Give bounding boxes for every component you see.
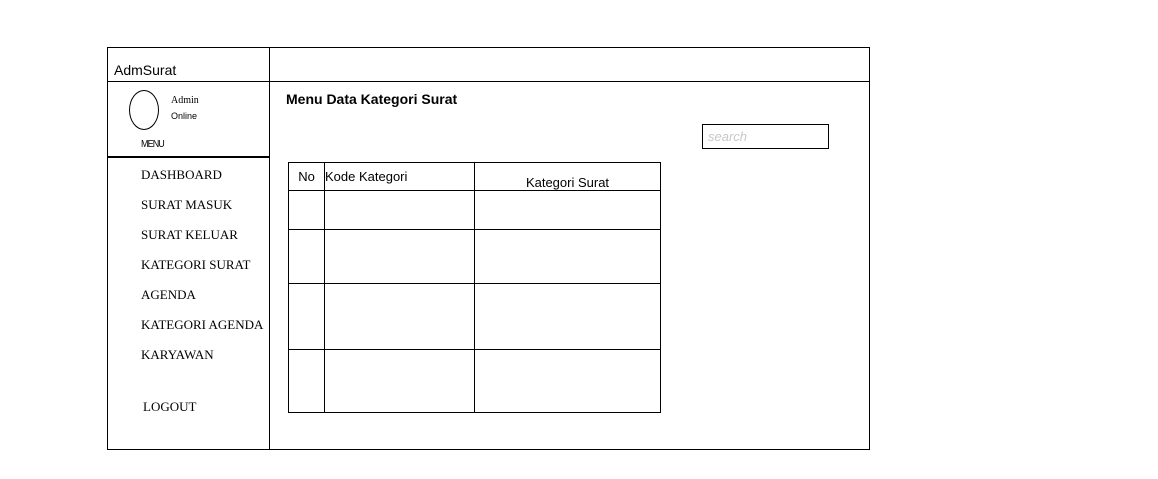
page-title: Menu Data Kategori Surat xyxy=(286,91,458,107)
sidebar-item-karyawan[interactable]: KARYAWAN xyxy=(141,347,214,363)
table-header-row: No Kode Kategori Kategori Surat xyxy=(288,162,661,191)
header-divider xyxy=(108,81,869,82)
sidebar-item-surat-keluar[interactable]: SURAT KELUAR xyxy=(141,227,238,243)
table-row xyxy=(288,229,661,284)
column-header-kategori-surat: Kategori Surat xyxy=(474,162,661,191)
sidebar-divider xyxy=(269,48,270,449)
sidebar-item-dashboard[interactable]: DASHBOARD xyxy=(141,167,222,183)
app-title: AdmSurat xyxy=(114,62,177,78)
column-header-kode-kategori: Kode Kategori xyxy=(324,162,475,191)
table-cell xyxy=(474,190,661,230)
app-window: AdmSurat Admin Online MENU DASHBOARD SUR… xyxy=(107,47,870,450)
menu-label: MENU xyxy=(141,139,165,150)
table-cell xyxy=(324,349,475,413)
table-cell xyxy=(474,229,661,284)
table-cell xyxy=(474,349,661,413)
search-input[interactable] xyxy=(702,124,829,149)
table-row xyxy=(288,349,661,413)
column-header-no: No xyxy=(288,162,325,191)
table-cell xyxy=(324,229,475,284)
table-row xyxy=(288,283,661,350)
sidebar-item-surat-masuk[interactable]: SURAT MASUK xyxy=(141,197,232,213)
table-cell xyxy=(474,283,661,350)
table-cell xyxy=(288,283,325,350)
table-cell xyxy=(324,190,475,230)
table-cell xyxy=(288,349,325,413)
sidebar-item-kategori-surat[interactable]: KATEGORI SURAT xyxy=(141,257,250,273)
table-cell xyxy=(288,229,325,284)
user-name: Admin xyxy=(171,95,199,106)
kategori-table: No Kode Kategori Kategori Surat xyxy=(288,162,661,413)
avatar xyxy=(129,90,159,130)
table-cell xyxy=(324,283,475,350)
table-row xyxy=(288,190,661,230)
menu-divider xyxy=(108,156,270,158)
logout-link[interactable]: LOGOUT xyxy=(143,399,196,415)
table-cell xyxy=(288,190,325,230)
user-status: Online xyxy=(171,111,198,121)
sidebar-item-kategori-agenda[interactable]: KATEGORI AGENDA xyxy=(141,317,263,333)
sidebar-item-agenda[interactable]: AGENDA xyxy=(141,287,196,303)
